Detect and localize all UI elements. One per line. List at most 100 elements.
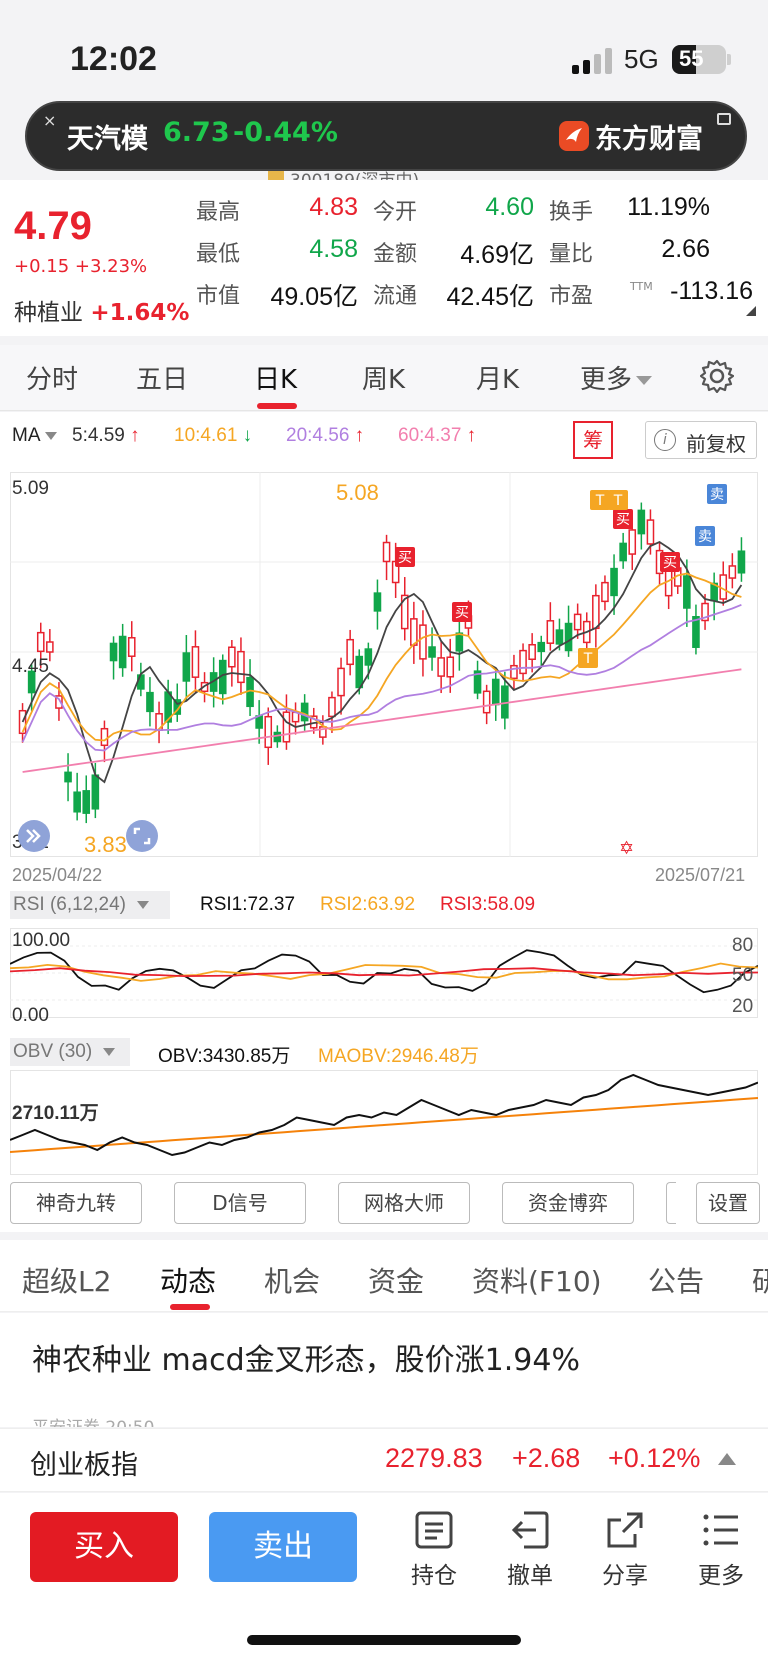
obv-chart[interactable] — [10, 1070, 758, 1175]
candle-body — [546, 620, 555, 644]
news-item[interactable]: 神农种业 macd金叉形态，股价涨1.94% 平安证券 20:50 — [0, 1313, 768, 1427]
scroll-left-icon[interactable] — [18, 820, 50, 852]
tool-grid-master-button[interactable]: 网格大师 — [338, 1182, 470, 1224]
price-change: +0.15 +3.23% — [14, 256, 148, 277]
adjust-label: 前复权 — [686, 432, 746, 456]
more-button[interactable]: 更多 — [686, 1505, 756, 1590]
sell-button[interactable]: 卖出 — [209, 1512, 357, 1582]
rsi2-value: RSI2:63.92 — [320, 894, 416, 915]
tool-magic-nine-button[interactable]: 神奇九转 — [10, 1182, 142, 1224]
cellular-signal-icon — [572, 48, 612, 74]
index-value: 2279.83 — [385, 1443, 483, 1473]
status-time: 12:02 — [70, 40, 157, 78]
tab-weekly-k[interactable]: 周K — [362, 359, 405, 396]
signal-label: 买 — [616, 512, 630, 528]
rsi-chart[interactable] — [10, 928, 758, 1018]
stat-label: 市盈 — [549, 284, 594, 309]
candle-body — [737, 550, 746, 574]
tab-intraday[interactable]: 分时 — [26, 359, 78, 396]
rsi-y-top: 100.00 — [12, 930, 71, 951]
tool-fund-game-button[interactable]: 资金博弈 — [502, 1182, 634, 1224]
candle-body — [182, 652, 191, 682]
status-bar: 12:02 5G 55 — [0, 0, 768, 110]
floating-quote-window[interactable]: × 天汽模 6.73 -0.44% 东方财富 — [25, 101, 747, 171]
obv-y-label: 2710.11万 — [12, 1103, 99, 1124]
positions-button[interactable]: 持仓 — [399, 1505, 469, 1590]
cancel-order-button[interactable]: 撤单 — [495, 1505, 565, 1590]
obv-selector[interactable]: OBV (30) — [10, 1038, 130, 1066]
pip-price: 6.73 — [163, 117, 230, 148]
rsi-level-20: 20 — [732, 996, 754, 1017]
candle-body — [146, 691, 154, 713]
maobv-line — [10, 1097, 758, 1153]
signal-label: 买 — [663, 555, 677, 571]
candle-body — [36, 631, 45, 653]
detail-tabs: 超级L2 动态 机会 资金 资料(F10) 公告 研 — [0, 1240, 768, 1312]
event-star-icon[interactable]: ✡ — [619, 838, 634, 859]
kline-y-mid: 4.45 — [12, 656, 49, 677]
home-indicator — [247, 1635, 521, 1645]
tab-five-day[interactable]: 五日 — [136, 359, 188, 396]
menu-icon — [703, 1514, 738, 1546]
ma5-line — [21, 540, 743, 784]
tool-settings-button[interactable]: 设置 — [696, 1182, 760, 1224]
gear-icon[interactable] — [700, 359, 734, 393]
ma-label[interactable]: MA — [12, 425, 57, 447]
candle-body — [637, 509, 646, 535]
candle-body — [537, 641, 546, 653]
news-title[interactable]: 神农种业 macd金叉形态，股价涨1.94% — [32, 1335, 580, 1379]
candle-body — [437, 657, 445, 677]
stat-value: 4.60 — [485, 193, 534, 221]
candle-body — [610, 567, 618, 597]
expand-icon[interactable] — [717, 113, 731, 125]
share-button[interactable]: 分享 — [590, 1505, 660, 1590]
stat-label: 市值 — [196, 284, 241, 309]
tab-announcement[interactable]: 公告 — [648, 1260, 704, 1300]
signal-label: 买 — [455, 605, 469, 621]
arrow-up-icon: ↑ — [461, 425, 477, 446]
tool-partial-button[interactable] — [666, 1182, 676, 1224]
index-change: +2.68 — [512, 1443, 581, 1473]
stat-value: 4.69亿 — [460, 241, 534, 269]
candle-body — [446, 656, 455, 678]
stat-label: 流通 — [373, 284, 418, 309]
adjust-button[interactable]: i 前复权 — [645, 421, 757, 459]
expand-corner-icon[interactable] — [746, 306, 756, 316]
signal-label: 买 — [398, 550, 412, 566]
tab-daily-k[interactable]: 日K — [254, 359, 297, 396]
candle-body — [455, 632, 464, 652]
tab-research[interactable]: 研 — [752, 1260, 768, 1300]
kline-chart[interactable]: 买买买买卖卖T TT — [10, 472, 758, 857]
tab-more-label: 更多 — [580, 365, 633, 395]
candle-body — [346, 638, 354, 666]
expand-up-icon[interactable] — [718, 1453, 736, 1465]
more-label: 更多 — [698, 1563, 744, 1589]
stat-label: 最低 — [196, 242, 241, 267]
tab-monthly-k[interactable]: 月K — [476, 359, 519, 396]
fullscreen-icon[interactable] — [126, 820, 158, 852]
tab-dynamics[interactable]: 动态 — [160, 1260, 216, 1300]
sector-info[interactable]: 种植业 +1.64% — [14, 293, 189, 327]
rsi2-line — [10, 962, 758, 982]
candle-body — [619, 542, 627, 562]
tab-opportunity[interactable]: 机会 — [264, 1260, 320, 1300]
tab-funds[interactable]: 资金 — [368, 1260, 424, 1300]
tab-super-l2[interactable]: 超级L2 — [22, 1260, 111, 1300]
close-icon[interactable]: × — [43, 111, 56, 130]
candle-body — [300, 702, 309, 722]
candle-body — [355, 655, 364, 689]
tab-f10[interactable]: 资料(F10) — [472, 1260, 602, 1300]
rsi3-value: RSI3:58.09 — [440, 894, 536, 915]
sector-name: 种植业 — [14, 300, 83, 326]
candle-body — [228, 646, 236, 668]
candle-body — [683, 575, 691, 609]
tool-d-signal-button[interactable]: D信号 — [174, 1182, 306, 1224]
obv-frame — [10, 1070, 758, 1175]
rsi-selector[interactable]: RSI (6,12,24) — [10, 891, 170, 919]
candle-body — [109, 642, 118, 662]
index-ticker[interactable]: 创业板指 2279.83 +2.68 +0.12% — [0, 1428, 768, 1492]
tab-more[interactable]: 更多 — [580, 359, 653, 396]
chip-distribution-button[interactable]: 筹 — [573, 421, 613, 459]
buy-button[interactable]: 买入 — [30, 1512, 178, 1582]
current-price: 4.79 — [14, 204, 92, 248]
